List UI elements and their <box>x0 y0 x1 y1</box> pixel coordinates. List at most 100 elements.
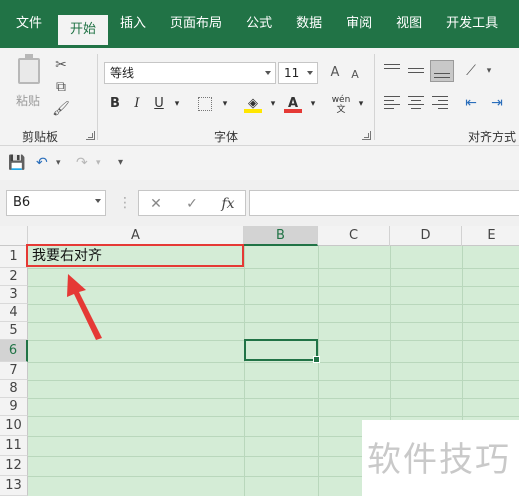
row-header-3[interactable]: 3 <box>0 286 28 304</box>
phonetic-char: 文 <box>336 105 346 115</box>
font-size-value: 11 <box>284 66 300 80</box>
increase-font-icon[interactable]: A <box>326 64 344 82</box>
customize-toolbar-icon[interactable]: ▾ <box>118 154 123 172</box>
tab-view[interactable]: 视图 <box>384 10 434 38</box>
fill-color-icon[interactable]: ◈ <box>244 95 262 113</box>
cut-icon[interactable]: ✂ <box>52 56 70 74</box>
column-header-d[interactable]: D <box>390 226 462 246</box>
copy-icon[interactable]: ⧉ <box>52 78 70 96</box>
row-header-6[interactable]: 6 <box>0 340 28 362</box>
insert-function-icon[interactable]: fx <box>219 195 237 213</box>
font-name-dropdown[interactable]: 等线 <box>104 62 276 84</box>
font-color-icon[interactable]: A <box>284 95 302 113</box>
tab-formulas[interactable]: 公式 <box>234 10 284 38</box>
align-top-icon[interactable] <box>384 64 402 78</box>
row-header-8[interactable]: 8 <box>0 380 28 398</box>
ribbon-home-panel: 粘贴 ✂ ⧉ 🖌 剪贴板 等线 11 A A B I U ▾ ▾ ◈ ▾ A ▾… <box>0 48 519 146</box>
align-right-icon[interactable] <box>432 96 450 110</box>
row-header-12[interactable]: 12 <box>0 456 28 476</box>
align-middle-icon[interactable] <box>408 64 426 78</box>
active-cell-b6[interactable] <box>244 339 320 363</box>
underline-button[interactable]: U <box>150 95 168 113</box>
italic-button[interactable]: I <box>128 95 146 113</box>
tab-insert[interactable]: 插入 <box>108 10 158 38</box>
formula-bar: B6 ⋮ ✕ ✓ fx <box>0 180 519 226</box>
watermark-text: 软件技巧 <box>367 440 511 480</box>
enter-icon[interactable]: ✓ <box>183 195 201 213</box>
name-box-value: B6 <box>13 195 31 210</box>
bold-button[interactable]: B <box>106 95 124 113</box>
quick-access-toolbar: 💾 ↶ ▾ ↷ ▾ ▾ <box>0 146 519 180</box>
chevron-down-icon <box>95 199 101 203</box>
row-header-13[interactable]: 13 <box>0 476 28 496</box>
undo-icon[interactable]: ↶ <box>36 154 48 172</box>
annotation-arrow <box>67 274 102 340</box>
tab-data[interactable]: 数据 <box>284 10 334 38</box>
column-header-e[interactable]: E <box>462 226 519 246</box>
chevron-down-icon[interactable]: ▾ <box>168 95 186 113</box>
formula-input[interactable] <box>249 190 519 216</box>
clipboard-icon <box>18 54 40 84</box>
chevron-down-icon[interactable]: ▾ <box>96 154 101 172</box>
row-header-1[interactable]: 1 <box>0 246 28 268</box>
save-icon[interactable]: 💾 <box>8 154 25 172</box>
clipboard-group-label: 剪贴板 <box>22 130 59 144</box>
font-launcher-icon[interactable] <box>362 131 371 140</box>
column-header-row: A B C D E <box>0 226 519 246</box>
arrow-shape <box>67 274 102 340</box>
ribbon-tab-bar: 文件 开始 插入 页面布局 公式 数据 审阅 视图 开发工具 <box>0 0 519 48</box>
gridline <box>28 380 519 381</box>
row-header-5[interactable]: 5 <box>0 322 28 340</box>
tab-file[interactable]: 文件 <box>0 10 58 38</box>
align-left-icon[interactable] <box>384 96 402 110</box>
increase-indent-icon[interactable]: ⇥ <box>488 94 506 112</box>
row-header-11[interactable]: 11 <box>0 436 28 456</box>
row-header-2[interactable]: 2 <box>0 268 28 286</box>
chevron-down-icon[interactable]: ▾ <box>304 95 322 113</box>
row-header-10[interactable]: 10 <box>0 416 28 436</box>
phonetic-guide-button[interactable]: wén 文 <box>330 95 352 115</box>
chevron-down-icon[interactable]: ▾ <box>264 95 282 113</box>
paste-label: 粘贴 <box>16 94 41 108</box>
align-center-icon[interactable] <box>408 96 426 110</box>
gridline <box>28 362 519 363</box>
decrease-font-icon[interactable]: A <box>346 66 364 84</box>
tab-review[interactable]: 审阅 <box>334 10 384 38</box>
clipboard-launcher-icon[interactable] <box>86 131 95 140</box>
column-header-b[interactable]: B <box>244 226 318 246</box>
annotation-highlight-box <box>26 244 244 267</box>
gridline <box>28 398 519 399</box>
paste-button[interactable]: 粘贴 <box>10 54 50 118</box>
divider <box>374 54 375 140</box>
tab-home[interactable]: 开始 <box>58 15 109 45</box>
select-all-corner[interactable] <box>0 226 28 246</box>
chevron-down-icon[interactable]: ▾ <box>480 62 498 80</box>
row-header-9[interactable]: 9 <box>0 398 28 416</box>
formula-buttons: ✕ ✓ fx <box>138 190 246 216</box>
column-header-c[interactable]: C <box>318 226 390 246</box>
align-bottom-icon[interactable] <box>430 60 454 82</box>
tab-developer[interactable]: 开发工具 <box>434 10 510 38</box>
redo-icon[interactable]: ↷ <box>76 154 88 172</box>
chevron-down-icon[interactable]: ▾ <box>352 95 370 113</box>
font-group-label: 字体 <box>214 130 239 144</box>
row-header-4[interactable]: 4 <box>0 304 28 322</box>
more-icon: ⋮ <box>118 195 132 211</box>
chevron-down-icon[interactable]: ▾ <box>216 95 234 113</box>
gridline <box>28 268 519 269</box>
decrease-indent-icon[interactable]: ⇤ <box>462 94 480 112</box>
orientation-icon[interactable]: ⟋ <box>462 62 480 80</box>
tab-page-layout[interactable]: 页面布局 <box>158 10 234 38</box>
phonetic-label: wén <box>331 95 351 105</box>
column-header-a[interactable]: A <box>28 226 244 246</box>
font-size-dropdown[interactable]: 11 <box>278 62 318 84</box>
divider <box>97 54 98 140</box>
format-painter-icon[interactable]: 🖌 <box>52 100 70 118</box>
font-name-value: 等线 <box>110 66 135 80</box>
chevron-down-icon[interactable]: ▾ <box>56 154 61 172</box>
name-box[interactable]: B6 <box>6 190 106 216</box>
row-header-7[interactable]: 7 <box>0 362 28 380</box>
cancel-icon[interactable]: ✕ <box>147 195 165 213</box>
borders-icon[interactable] <box>198 97 212 111</box>
chevron-down-icon <box>307 71 313 75</box>
